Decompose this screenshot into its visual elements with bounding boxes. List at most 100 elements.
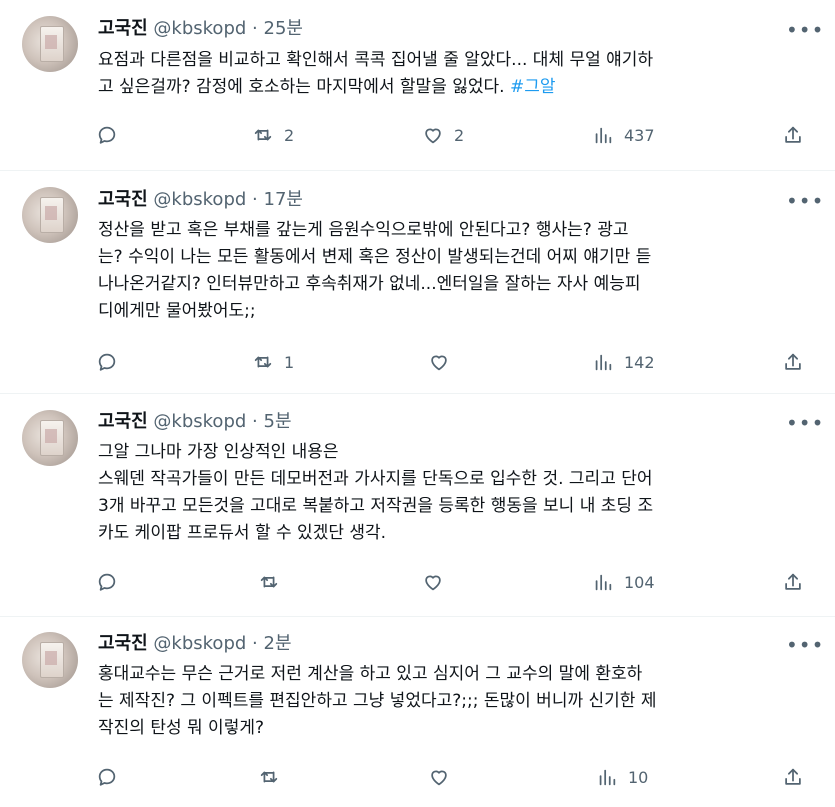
like-button[interactable] [428,347,460,377]
reply-icon [98,573,116,591]
share-button[interactable] [782,120,804,150]
tweet-text: 홍대교수는 무슨 근거로 저런 계산을 하고 있고 심지어 그 교수의 말에 환… [98,661,820,742]
like-button[interactable] [428,762,460,792]
tweet-text-line: 정산을 받고 혹은 부채를 갚는게 음원수익으로밖에 안된다고? 행사는? 광고 [98,220,629,240]
tweet-text-line: 홍대교수는 무슨 근거로 저런 계산을 하고 있고 심지어 그 교수의 말에 환… [98,664,643,684]
tweet-actions: 10 [0,762,835,792]
tweet-text-line: 그알 그나마 가장 인상적인 내용은 [98,442,339,462]
tweet-text: 요점과 다른점을 비교하고 확인해서 콕콕 집어낼 줄 알았다... 대체 무얼… [98,47,820,101]
tweet-actions: 1 142 [0,347,835,377]
heart-icon [425,575,441,591]
separator: · [252,189,258,210]
tweet-header: 고국진 @kbskopd · 2분 [98,632,292,656]
separator: · [252,633,258,654]
retweet-icon [254,129,272,141]
tweet[interactable]: 고국진 @kbskopd · 25분 ••• 요점과 다른점을 비교하고 확인해… [0,0,835,170]
share-icon [785,353,801,370]
tweet-text-line: 디에게만 물어봤어도;; [98,301,256,321]
tweet-actions: 2 2 437 [0,120,835,150]
view-count: 104 [624,572,655,592]
timestamp[interactable]: 2분 [264,633,292,654]
views-icon [595,354,612,371]
hashtag-link[interactable]: #그알 [510,77,556,97]
share-icon [785,573,801,590]
user-handle[interactable]: @kbskopd [153,189,246,210]
retweet-button[interactable]: 2 [252,120,294,150]
reply-button[interactable] [96,567,128,597]
reply-button[interactable] [96,347,128,377]
tweet-text-line: 는 제작진? 그 이펙트를 편집안하고 그냥 넣었다고?;;; 돈많이 버니까 … [98,691,657,711]
retweet-button[interactable] [258,762,290,792]
views-button[interactable]: 142 [592,347,655,377]
avatar[interactable] [22,16,78,72]
views-icon [595,127,612,144]
tweet-text-line: 나나온거같지? 인터뷰만하고 후속취재가 없네...엔터일을 잘하는 자사 예능… [98,274,641,294]
avatar[interactable] [22,410,78,466]
avatar[interactable] [22,187,78,243]
reply-icon [98,126,116,144]
views-icon [599,769,616,786]
retweet-button[interactable]: 1 [252,347,294,377]
user-name[interactable]: 고국진 [98,189,148,210]
tweet-text-line: 스웨덴 작곡가들이 만든 데모버전과 가사지를 단독으로 입수한 것. 그리고 … [98,469,653,489]
heart-icon [425,128,441,144]
tweet-text-line: 고 싶은걸까? 감정에 호소하는 마지막에서 할말을 잃었다. #그알 [98,77,556,97]
share-button[interactable] [782,567,804,597]
timestamp[interactable]: 25분 [264,18,303,39]
tweet-text: 정산을 받고 혹은 부채를 갚는게 음원수익으로밖에 안된다고? 행사는? 광고… [98,217,820,325]
tweet-text: 그알 그나마 가장 인상적인 내용은 스웨덴 작곡가들이 만든 데모버전과 가사… [98,439,820,547]
user-name[interactable]: 고국진 [98,411,148,432]
tweet[interactable]: 고국진 @kbskopd · 5분 ••• 그알 그나마 가장 인상적인 내용은… [0,394,835,616]
user-name[interactable]: 고국진 [98,633,148,654]
share-icon [785,768,801,785]
views-button[interactable]: 104 [592,567,655,597]
reply-icon [98,768,116,786]
reply-button[interactable] [96,120,128,150]
retweet-icon [260,576,278,588]
tweet-text-line: 는? 수익이 나는 모든 활동에서 변제 혹은 정산이 발생되는건데 어찌 얘기… [98,247,652,267]
retweet-icon [254,356,272,368]
share-icon [785,126,801,143]
timestamp[interactable]: 5분 [264,411,292,432]
views-icon [595,574,612,591]
share-button[interactable] [782,347,804,377]
retweet-count: 2 [284,125,295,145]
user-handle[interactable]: @kbskopd [153,411,246,432]
more-icon[interactable]: ••• [786,20,823,46]
tweet[interactable]: 고국진 @kbskopd · 17분 ••• 정산을 받고 혹은 부채를 갚는게… [0,171,835,393]
views-button[interactable]: 10 [596,762,648,792]
timestamp[interactable]: 17분 [264,189,303,210]
view-count: 142 [624,352,655,372]
tweet-text-line: 카도 케이팝 프로듀서 할 수 있겠단 생각. [98,523,387,543]
tweet-text-line: 작진의 탄성 뭐 이렇게? [98,718,264,738]
tweet-text-line: 요점과 다른점을 비교하고 확인해서 콕콕 집어낼 줄 알았다... 대체 무얼… [98,50,654,70]
like-count: 2 [454,125,465,145]
tweet-header: 고국진 @kbskopd · 5분 [98,410,292,434]
retweet-count: 1 [284,352,295,372]
tweet[interactable]: 고국진 @kbskopd · 2분 ••• 홍대교수는 무슨 근거로 저런 계산… [0,617,835,807]
like-button[interactable] [422,567,454,597]
more-icon[interactable]: ••• [786,635,823,661]
like-button[interactable]: 2 [422,120,464,150]
retweet-icon [260,771,278,783]
user-name[interactable]: 고국진 [98,18,148,39]
retweet-button[interactable] [258,567,290,597]
separator: · [252,411,258,432]
user-handle[interactable]: @kbskopd [153,633,246,654]
heart-icon [431,355,447,371]
tweet-text-line: 3개 바꾸고 모든것을 고대로 복붙하고 저작권을 등록한 행동을 보니 내 초… [98,496,654,516]
separator: · [252,18,258,39]
avatar[interactable] [22,632,78,688]
heart-icon [431,770,447,786]
reply-button[interactable] [96,762,128,792]
reply-icon [98,353,116,371]
tweet-header: 고국진 @kbskopd · 17분 [98,188,303,212]
more-icon[interactable]: ••• [786,191,823,217]
tweet-actions: 104 [0,567,835,597]
views-button[interactable]: 437 [592,120,655,150]
view-count: 437 [624,125,655,145]
view-count: 10 [628,767,649,787]
user-handle[interactable]: @kbskopd [153,18,246,39]
more-icon[interactable]: ••• [786,413,823,439]
share-button[interactable] [782,762,804,792]
